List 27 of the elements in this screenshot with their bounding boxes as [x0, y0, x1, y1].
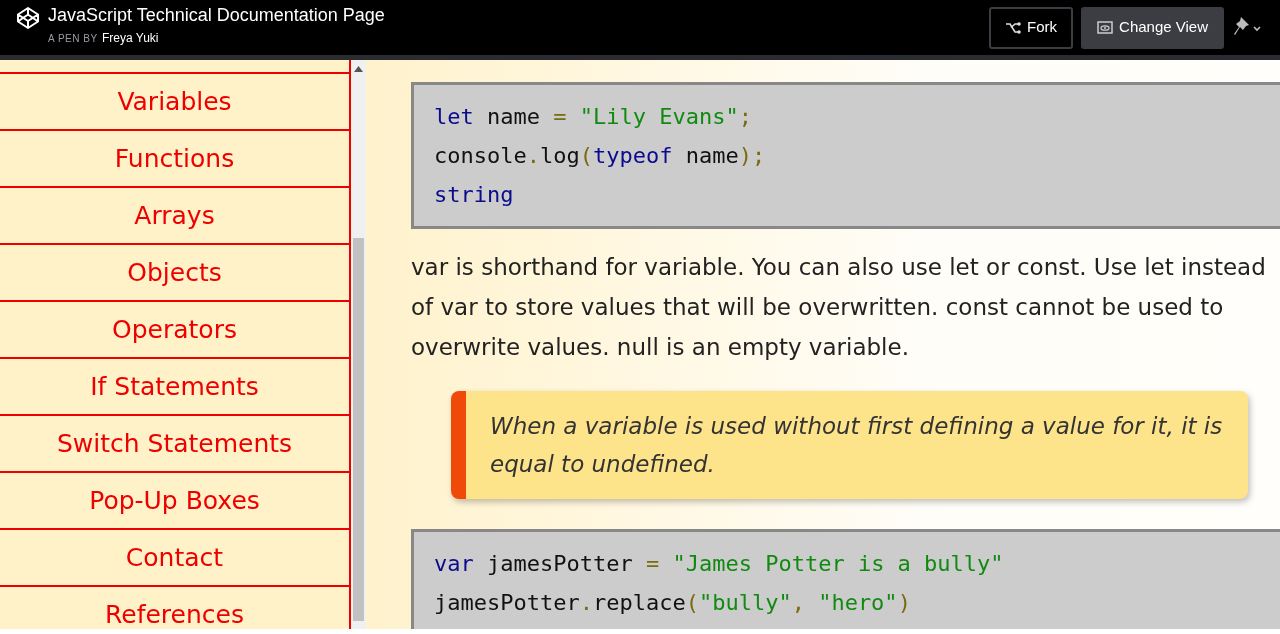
change-view-button[interactable]: Change View: [1081, 6, 1224, 49]
nav-link[interactable]: Arrays: [0, 186, 349, 243]
fork-button[interactable]: Fork: [989, 6, 1074, 49]
nav-link[interactable]: References: [0, 585, 349, 629]
code-line: var jamesPotter = "James Potter is a bully": [434, 550, 1005, 578]
body-paragraph: var is shorthand for variable. You can also use let or const. Use let instead of var to store values that will be overwritten. const cannot be used to overwrite values. null is an empty variable.: [411, 253, 1267, 362]
code-line: string: [434, 181, 515, 209]
note-callout: When a variable is used without first defining a value for it, it is equal to undefined.: [451, 391, 1248, 499]
code-line: console.log(typeof name);: [434, 142, 767, 170]
nav-link[interactable]: Pop-Up Boxes: [0, 471, 349, 528]
nav-link[interactable]: Switch Statements: [0, 414, 349, 471]
byline-label: A PEN BY: [48, 33, 98, 45]
nav-link[interactable]: Functions: [0, 129, 349, 186]
code-line: let name = "Lily Evans";: [434, 103, 753, 131]
nav-link[interactable]: Objects: [0, 243, 349, 300]
nav-link[interactable]: Variables: [0, 72, 349, 129]
page-title: JavaScript Technical Documentation Page: [48, 5, 385, 26]
fork-icon: [1005, 21, 1022, 34]
scroll-up-arrow-icon[interactable]: [354, 66, 363, 72]
scrollbar[interactable]: [351, 60, 366, 629]
eye-window-icon: [1097, 21, 1114, 34]
cube-logo-icon: [16, 5, 40, 30]
nav-link[interactable]: Contact: [0, 528, 349, 585]
code-line: jamesPotter.replace("bully", "hero"): [434, 589, 912, 617]
nav-link[interactable]: If Statements: [0, 357, 349, 414]
author-link[interactable]: Freya Yuki: [102, 31, 159, 46]
nav-link[interactable]: Operators: [0, 300, 349, 357]
